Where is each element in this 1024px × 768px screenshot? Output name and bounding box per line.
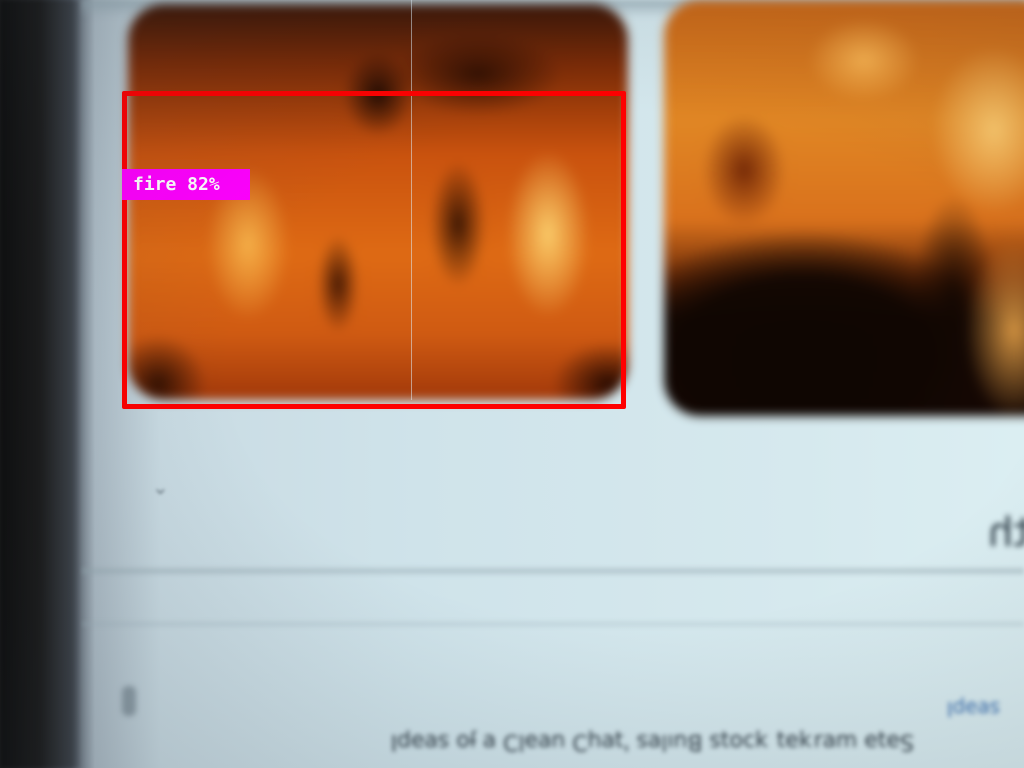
chevron-down-icon: ⌄ <box>152 475 169 499</box>
flame-glow <box>964 240 1024 416</box>
fire-detection-box <box>122 91 626 409</box>
camera-frame: ⌄ ith Ѕǝʇǝ ɯɐɹʞǝʇ ʞɔoʇs Buılɐs 'ʇɐɥƆ uɐǝ… <box>0 0 1024 768</box>
mirrored-body-text: Ѕǝʇǝ ɯɐɹʞǝʇ ʞɔoʇs Buılɐs 'ʇɐɥƆ uɐǝlƆ ɐ ɟ… <box>390 729 914 754</box>
section-divider <box>82 566 1024 576</box>
list-bullet-icon <box>122 686 136 716</box>
phone-bezel <box>0 0 82 768</box>
section-divider-secondary <box>82 620 1024 628</box>
mirrored-link-text: sɐǝpI <box>946 697 1000 721</box>
mirrored-heading-text: ith <box>987 510 1024 556</box>
fire-detection-label: fire 82% <box>122 169 250 200</box>
fire-thumbnail-right <box>664 0 1024 416</box>
